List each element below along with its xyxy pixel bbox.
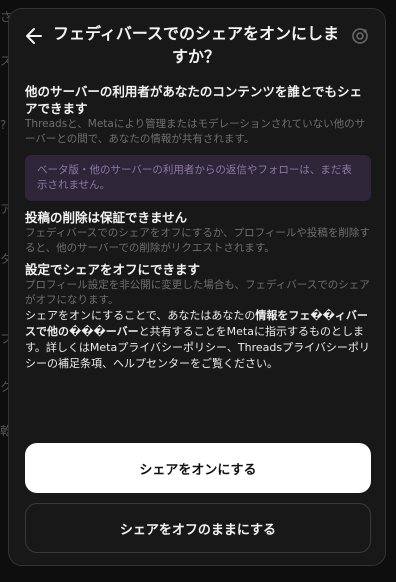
consent-text: シェアをオンにすることで、あなたはあなたの情報をフェ��ィバースで他の���ーバ… xyxy=(25,308,371,372)
delete-section-title: 投稿の削除は保証できません xyxy=(25,210,188,225)
beta-notice: ベータ版・他のサーバーの利用者からの返信やフォローは、まだ表示されません。 xyxy=(25,155,371,201)
consent-prefix: シェアをオンにすることで、あなたはあなたの xyxy=(25,309,256,322)
delete-section-body: フェディバースでのシェアをオフにするか、プロフィールや投稿を削除すると、他のサー… xyxy=(25,227,370,254)
turn-on-sharing-button[interactable]: シェアをオンにする xyxy=(25,443,371,493)
arrow-left-icon xyxy=(26,28,42,44)
dialog-header: フェディバースでのシェアをオンにしますか？ xyxy=(9,9,385,73)
settings-section-title: 設定でシェアをオフにできます xyxy=(25,262,201,277)
back-button[interactable] xyxy=(23,25,45,47)
fediverse-sharing-dialog: フェディバースでのシェアをオンにしますか？ 他のサーバーの利用者があなたのコンテ… xyxy=(8,8,386,566)
dialog-title: フェディバースでのシェアをオンにしますか？ xyxy=(52,24,340,66)
keep-sharing-off-button[interactable]: シェアをオフのままにする xyxy=(25,503,371,553)
share-section-body: Threadsと、Metaにより管理またはモデレーションされていない他のサーバー… xyxy=(25,118,366,145)
bg-glyph: ? xyxy=(0,118,7,132)
settings-section-body: プロフィール設定を非公開に変更した場合も、フェディバースでのシェアがオフになりま… xyxy=(25,279,370,306)
dialog-content: 他のサーバーの利用者があなたのコンテンツを誰とでもシェアできます Threads… xyxy=(25,83,371,372)
share-section-title: 他のサーバーの利用者があなたのコンテンツを誰とでもシェアできます xyxy=(25,84,363,116)
fediverse-icon xyxy=(352,28,368,44)
